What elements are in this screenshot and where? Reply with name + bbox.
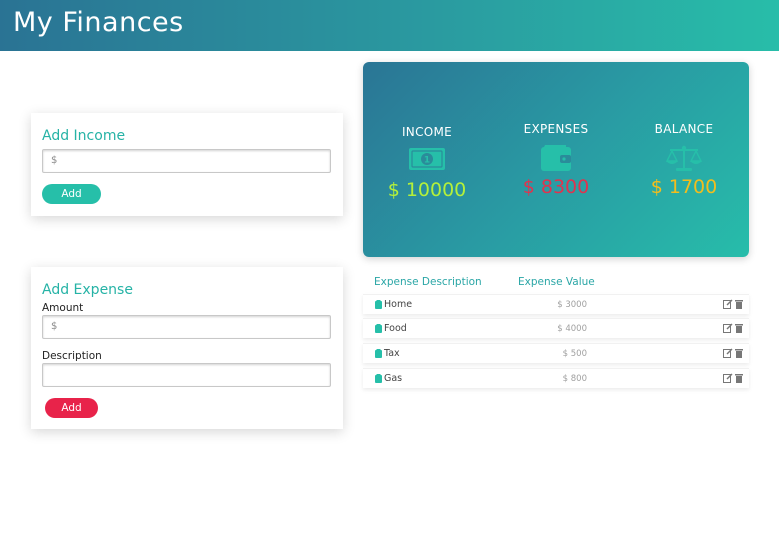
add-expense-title: Add Expense bbox=[42, 282, 133, 298]
row-value: $ 3000 bbox=[557, 300, 587, 310]
header-expense-value: Expense Value bbox=[518, 276, 595, 288]
expense-description-input[interactable] bbox=[42, 363, 331, 387]
income-amount-input[interactable]: $ bbox=[42, 149, 331, 173]
amount-label: Amount bbox=[42, 302, 84, 314]
row-value: $ 800 bbox=[562, 374, 587, 384]
table-row: Gas $ 800 bbox=[363, 368, 749, 388]
row-description: Food bbox=[384, 323, 407, 334]
add-income-card: Add Income $ Add bbox=[31, 113, 343, 216]
trash-icon[interactable] bbox=[735, 348, 743, 358]
receipt-icon bbox=[375, 349, 382, 358]
income-value: $ 10000 bbox=[387, 179, 467, 201]
row-description: Home bbox=[384, 299, 413, 310]
edit-icon[interactable] bbox=[723, 348, 733, 358]
receipt-icon bbox=[375, 324, 382, 333]
table-row: Tax $ 500 bbox=[363, 343, 749, 363]
add-income-title: Add Income bbox=[42, 128, 126, 144]
income-label: INCOME bbox=[401, 125, 453, 139]
row-value: $ 500 bbox=[562, 349, 587, 359]
svg-text:1: 1 bbox=[424, 156, 430, 166]
row-value: $ 4000 bbox=[557, 324, 587, 334]
expenses-label: EXPENSES bbox=[523, 122, 589, 136]
balance-scale-icon bbox=[665, 145, 703, 171]
row-description: Gas bbox=[384, 373, 403, 384]
app-title: My Finances bbox=[13, 7, 184, 38]
header-expense-description: Expense Description bbox=[374, 276, 482, 288]
add-expense-card: Add Expense Amount $ Description Add bbox=[31, 267, 343, 429]
edit-icon[interactable] bbox=[723, 373, 733, 383]
expenses-summary: EXPENSES $ 8300 bbox=[496, 122, 616, 198]
table-row: Food $ 4000 bbox=[363, 318, 749, 338]
receipt-icon bbox=[375, 374, 382, 383]
trash-icon[interactable] bbox=[735, 299, 743, 309]
balance-label: BALANCE bbox=[654, 122, 714, 136]
app-header: My Finances bbox=[0, 0, 779, 51]
receipt-icon bbox=[375, 300, 382, 309]
row-description: Tax bbox=[384, 348, 400, 359]
balance-value: $ 1700 bbox=[650, 176, 718, 198]
money-icon: 1 bbox=[409, 148, 445, 170]
add-expense-button[interactable]: Add bbox=[45, 398, 98, 418]
trash-icon[interactable] bbox=[735, 323, 743, 333]
table-row: Home $ 3000 bbox=[363, 294, 749, 314]
trash-icon[interactable] bbox=[735, 373, 743, 383]
wallet-icon bbox=[541, 145, 571, 171]
description-label: Description bbox=[42, 350, 102, 362]
summary-panel: INCOME 1 $ 10000 EXPENSES $ 8300 BALANCE bbox=[363, 62, 749, 257]
expense-amount-input[interactable]: $ bbox=[42, 315, 331, 339]
expenses-value: $ 8300 bbox=[522, 176, 590, 198]
balance-summary: BALANCE $ 1700 bbox=[624, 122, 744, 198]
add-income-button[interactable]: Add bbox=[42, 184, 101, 204]
edit-icon[interactable] bbox=[723, 323, 733, 333]
income-summary: INCOME 1 $ 10000 bbox=[367, 125, 487, 201]
edit-icon[interactable] bbox=[723, 299, 733, 309]
